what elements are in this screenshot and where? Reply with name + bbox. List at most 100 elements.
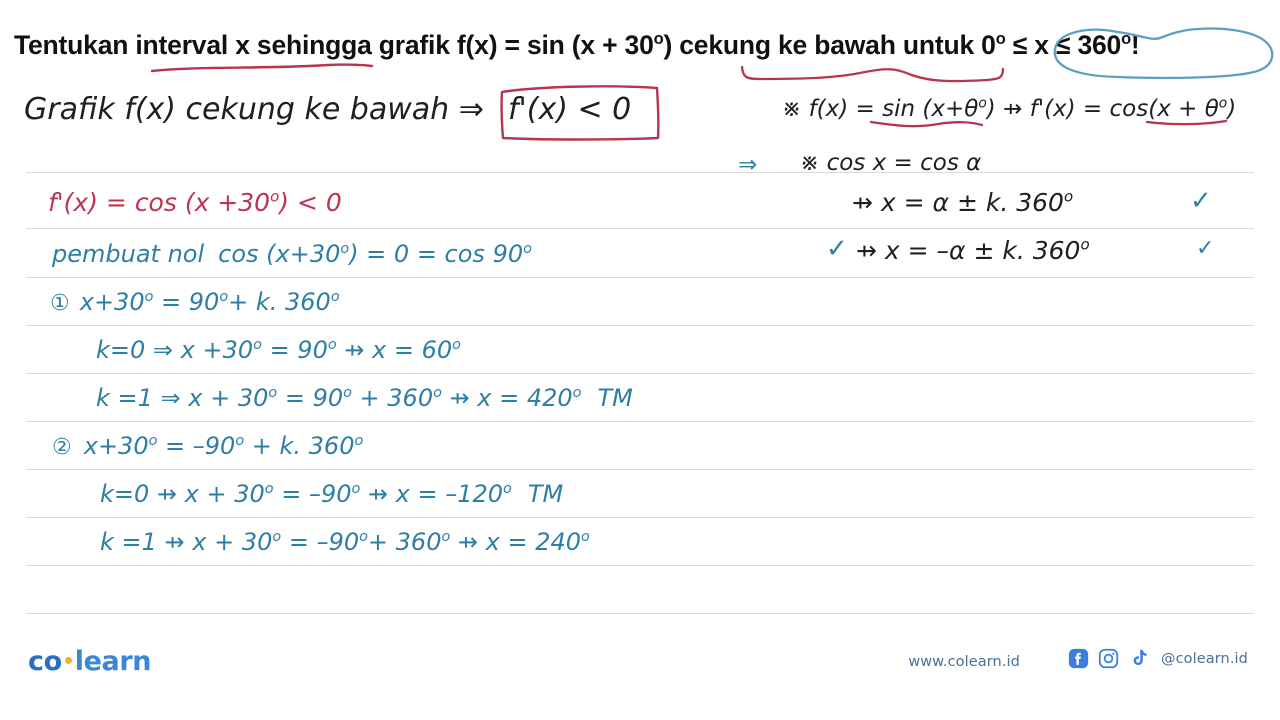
degree-symbol: o [1218,95,1228,112]
line8-tail: = –90 [281,528,360,556]
rule-line [26,172,1254,173]
degree-symbol: o [219,289,229,305]
degree-symbol: o [340,241,350,257]
rule-line [26,228,1254,229]
solution-line-1: f'(x) = cos (x +30o) < 0 [48,188,342,217]
line7-text: k=0 ⇸ x + 30 [100,480,265,508]
rule-line [26,469,1254,470]
degree-symbol: o [327,337,337,353]
line8-text: k =1 ⇸ x + 30 [100,528,273,556]
line5-text: k =1 ⇒ x + 30 [96,384,269,412]
right-line-1: ※ f(x) = sin (x+θo) ⇸ f'(x) = cos(x + θo… [782,96,1236,122]
degree-symbol: o [330,289,340,305]
solution-line-3: ① x+30o = 90o+ k. 360o [50,288,340,316]
instagram-icon[interactable] [1098,648,1119,669]
line7-note: TM [527,480,564,508]
degree-symbol: o [264,481,274,497]
right1-tail: ) ⇸ f'(x) = cos(x + θ [986,96,1219,122]
line8-tail2: + 360 [367,528,442,556]
line2-tail: ) = 0 = cos 90 [349,240,524,268]
line2-label: pembuat nol [52,240,205,268]
right3-text: ⇸ x = α ± k. 360 [852,188,1064,217]
checkmark-line-4: ✓ [1196,236,1215,261]
line1-text: f'(x) = cos (x +30 [48,188,271,217]
line7-tail2: ⇸ x = –120 [360,480,504,508]
red-underline-interval-icon [150,63,374,73]
question-range-mid: ≤ x ≤ 360 [1005,30,1122,60]
degree-symbol: o [272,529,282,545]
website-url[interactable]: www.colearn.id [908,654,1020,670]
right-line-4: ⇸ x = –α ± k. 360o [856,236,1090,265]
degree-symbol: o [978,95,987,112]
logo-text-co: co [28,646,62,677]
degree-symbol: o [354,433,364,449]
degree-symbol: o [351,481,361,497]
facebook-icon[interactable] [1068,648,1089,669]
degree-symbol: o [452,337,461,353]
rule-line [26,613,1254,614]
right-line-3: ⇸ x = α ± k. 360o [852,188,1073,217]
line6-tail2: + k. 360 [244,432,355,460]
solution-line-7: k=0 ⇸ x + 30o = –90o ⇸ x = –120o TM [100,480,563,508]
line6-tail: = –90 [157,432,236,460]
degree-symbol: o [343,385,352,401]
page-footer: co learn www.colearn.id @colearn.id [0,634,1280,720]
step-marker-1: ① [50,291,70,316]
line7-tail: = –90 [273,480,352,508]
degree-symbol: o [441,529,451,545]
line4-tail2: ⇸ x = 60 [336,336,453,364]
line8-tail3: ⇸ x = 240 [450,528,582,556]
rule-line [26,325,1254,326]
degree-symbol: o [653,30,664,49]
line1-tail: ) < 0 [279,188,342,217]
line2-expr: cos (x+30 [218,240,341,268]
solution-line-4: k=0 ⇒ x +30o = 90o ⇸ x = 60o [96,336,461,364]
solution-line-5: k =1 ⇒ x + 30o = 90o + 360o ⇸ x = 420o TM [96,384,633,412]
solution-line-2: pembuat nol cos (x+30o) = 0 = cos 90o [52,240,532,268]
degree-symbol: o [268,385,278,401]
degree-symbol: o [1121,30,1131,49]
degree-symbol: o [359,529,368,545]
logo-text-learn: learn [74,646,152,677]
degree-symbol: o [581,529,590,545]
line3-tail2: + k. 360 [228,288,331,316]
right1-tail2: ) [1227,96,1237,122]
degree-symbol: o [1063,187,1074,206]
solution-line-8: k =1 ⇸ x + 30o = –90o+ 360o ⇸ x = 240o [100,528,590,556]
line3-tail: = 90 [153,288,220,316]
checkmark-lead-line-4: ✓ [826,234,848,264]
rule-line [26,517,1254,518]
logo-dot-icon [64,657,72,664]
social-handle: @colearn.id [1160,650,1248,667]
tiktok-icon[interactable] [1128,648,1149,669]
rule-line [26,421,1254,422]
right1-text: ※ f(x) = sin (x+θ [782,96,979,122]
premise-boxed-expression: f'(x) < 0 [508,92,632,127]
degree-symbol: o [995,30,1006,49]
degree-symbol: o [503,481,512,497]
degree-symbol: o [523,241,532,257]
right-line-2-arrow: ⇒ [738,152,758,178]
rule-line [26,373,1254,374]
right4-text: ⇸ x = –α ± k. 360 [856,236,1081,265]
degree-symbol: o [253,337,262,353]
premise-line: Grafik f(x) cekung ke bawah ⇒ [24,92,484,127]
red-squiggle-cekung-icon [740,65,1005,83]
solution-line-6: ② x+30o = –90o + k. 360o [52,432,363,460]
line5-tail3: ⇸ x = 420 [441,384,573,412]
step-marker-2: ② [52,435,72,460]
degree-symbol: o [235,433,245,449]
line4-text: k=0 ⇒ x +30 [96,336,254,364]
degree-symbol: o [572,385,582,401]
line6-text: x+30 [83,432,149,460]
line3-text: x+30 [79,288,145,316]
degree-symbol: o [433,385,442,401]
degree-symbol: o [1080,235,1090,254]
line5-tail2: + 360 [351,384,434,412]
social-links: @colearn.id [1068,648,1248,669]
checkmark-line-3: ✓ [1190,186,1212,216]
question-range-start: 0 [981,30,996,60]
right-line-2: ※ cos x = cos α [800,150,982,176]
line4-tail: = 90 [261,336,328,364]
line5-note: TM [597,384,633,412]
